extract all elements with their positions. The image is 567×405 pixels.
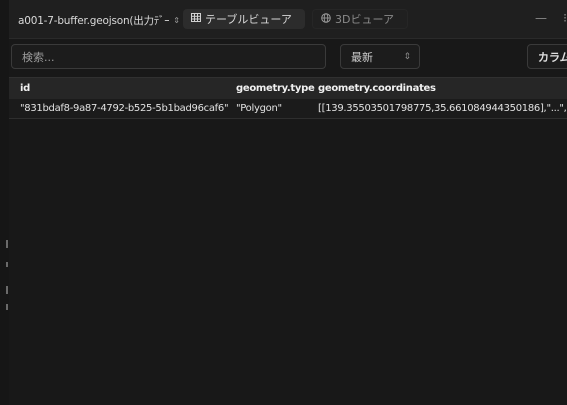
table-row[interactable]: "831bdaf8-9a87-4792-b525-5b1bad96caf6" "… bbox=[9, 99, 567, 119]
file-selector-label: a001-7-buffer.geojson(出力ﾃﾞｰ bbox=[18, 14, 170, 27]
column-header-geometry-type[interactable]: geometry.type bbox=[236, 83, 315, 94]
tab-3d-label: 3Dビューア bbox=[335, 13, 395, 26]
sort-value: 最新 bbox=[351, 50, 373, 64]
globe-icon bbox=[321, 12, 331, 26]
table-icon bbox=[191, 13, 201, 25]
window-control-button[interactable]: ⁝ bbox=[563, 11, 567, 25]
left-panel-edge bbox=[0, 0, 9, 405]
tab-table-viewer[interactable]: テーブルビューア bbox=[183, 9, 305, 29]
cell-id: "831bdaf8-9a87-4792-b525-5b1bad96caf6" bbox=[20, 103, 229, 114]
column-header-id[interactable]: id bbox=[20, 83, 30, 94]
cell-geometry-type: "Polygon" bbox=[236, 103, 282, 114]
data-table: id geometry.type geometry.coordinates "8… bbox=[9, 77, 567, 405]
edge-mark bbox=[6, 286, 8, 294]
tab-3d-viewer[interactable]: 3Dビューア bbox=[312, 9, 408, 29]
edge-mark bbox=[6, 240, 8, 248]
edge-mark bbox=[6, 262, 8, 267]
minimize-button[interactable]: — bbox=[535, 11, 547, 25]
chevron-updown-icon: ⇕ bbox=[403, 51, 411, 62]
columns-label: カラム bbox=[538, 50, 567, 64]
table-header: id geometry.type geometry.coordinates bbox=[9, 77, 567, 100]
title-bar: a001-7-buffer.geojson(出力ﾃﾞｰ ⇕ テーブルビューア 3… bbox=[9, 0, 567, 39]
table-viewer-window: a001-7-buffer.geojson(出力ﾃﾞｰ ⇕ テーブルビューア 3… bbox=[9, 0, 567, 405]
columns-button[interactable]: カラム bbox=[527, 44, 567, 69]
search-input[interactable]: 検索... bbox=[11, 44, 326, 69]
column-header-geometry-coordinates[interactable]: geometry.coordinates bbox=[318, 83, 436, 94]
file-selector[interactable]: a001-7-buffer.geojson(出力ﾃﾞｰ ⇕ bbox=[18, 12, 180, 28]
cell-geometry-coordinates: [[139.35503501798775,35.661084944350186]… bbox=[318, 103, 567, 114]
search-placeholder: 検索... bbox=[22, 50, 55, 64]
sort-select[interactable]: 最新 ⇕ bbox=[340, 44, 420, 69]
chevron-updown-icon: ⇕ bbox=[173, 15, 180, 25]
tab-table-label: テーブルビューア bbox=[205, 13, 292, 26]
edge-mark bbox=[6, 304, 8, 310]
